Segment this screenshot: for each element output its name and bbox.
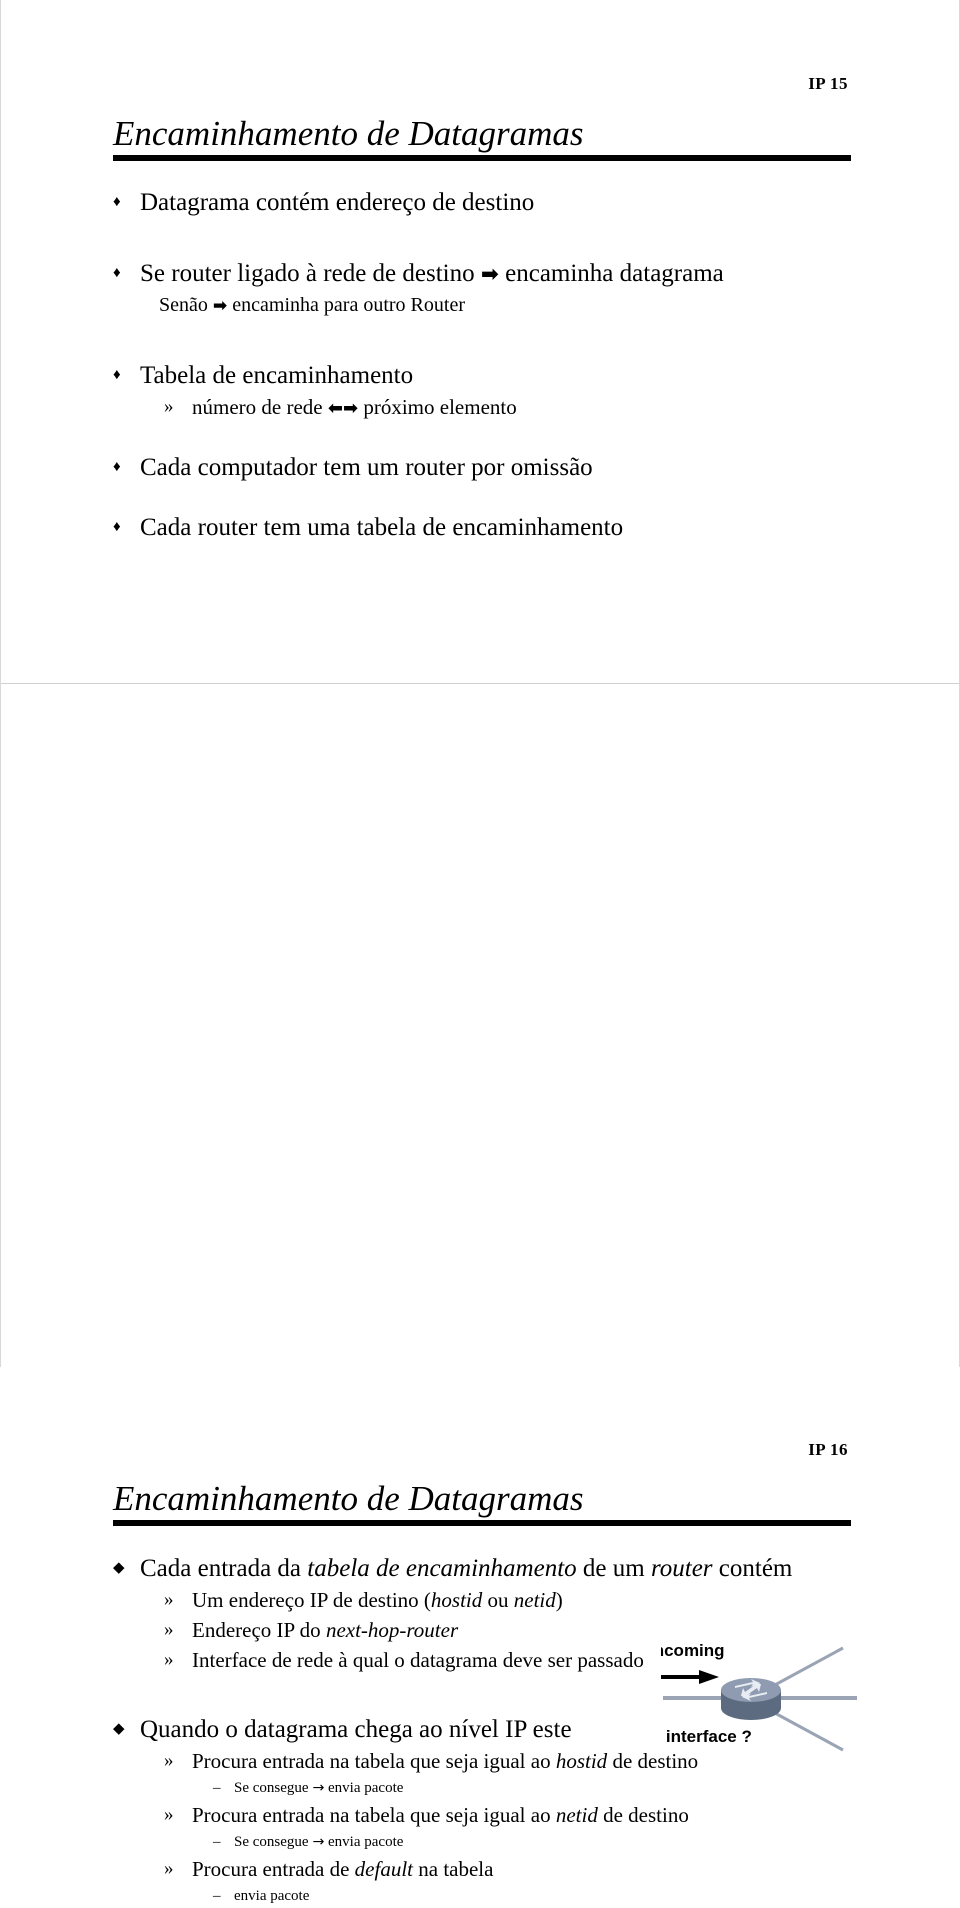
sub-bullet-text-cont: ou — [482, 1588, 514, 1612]
sub-bullet-text-end: ) — [555, 1588, 563, 1612]
sub-bullet-item: » número de rede ⬅➡ próximo elemento — [1, 392, 960, 424]
bullet-text: Se router ligado à rede de destino — [140, 260, 481, 287]
handout-page: IP 15 Encaminhamento de Datagramas ♦ Dat… — [0, 0, 960, 1904]
incoming-label: incoming — [661, 1641, 725, 1660]
title-underline-rule — [113, 1520, 851, 1526]
bullet-text-cont: encaminha para outro Router — [227, 294, 465, 316]
double-angle-bullet-icon: » — [164, 1619, 174, 1640]
link-line-lower-right — [772, 1710, 844, 1752]
sub-bullet-emphasis: hostid — [555, 1749, 608, 1773]
bullet-text-end: contém — [712, 1555, 793, 1582]
sub-sub-bullet-text: Se consegue — [234, 1834, 313, 1850]
sub-bullet-text: número de rede — [192, 395, 328, 419]
sub-bullet-text: Interface de rede à qual o datagrama dev… — [192, 1648, 644, 1672]
sub-bullet-emphasis: hostid — [430, 1588, 483, 1612]
slide-ip-16: IP 16 Encaminhamento de Datagramas ◆ Cad… — [1, 683, 960, 1904]
page-title: Encaminhamento de Datagramas — [113, 1479, 584, 1518]
link-line-upper-right — [772, 1646, 844, 1688]
sub-bullet-text-cont: de destino — [597, 1803, 689, 1827]
sub-sub-bullet-item: – Se consegue → envia pacote — [1, 1776, 960, 1800]
sub-bullet-text-cont: na tabela — [413, 1857, 494, 1881]
slide-1-content: ♦ Datagrama contém endereço de destino ♦… — [1, 186, 960, 544]
bullet-text: Cada entrada da — [140, 1555, 308, 1582]
bullet-text: Senão — [159, 294, 213, 316]
bullet-item: ♦ Tabela de encaminhamento — [1, 359, 960, 392]
double-angle-bullet-icon: » — [164, 1858, 174, 1879]
title-underline-rule — [113, 155, 851, 161]
diamond-bullet-icon: ♦ — [113, 519, 121, 535]
diamond-bullet-icon: ♦ — [113, 194, 121, 210]
diamond-bullet-icon: ♦ — [113, 367, 121, 383]
double-angle-bullet-icon: » — [164, 396, 174, 417]
sub-sub-bullet-item: – envia pacote — [1, 1884, 960, 1908]
sub-bullet-emphasis: default — [354, 1857, 413, 1881]
which-interface-label: which interface ? — [661, 1727, 752, 1746]
bullet-item: ◆ Cada entrada da tabela de encaminhamen… — [1, 1552, 960, 1585]
bullet-emphasis: router — [650, 1555, 713, 1582]
sub-bullet-item: » Um endereço IP de destino (hostid ou n… — [1, 1585, 960, 1615]
sub-sub-bullet-text: Se consegue — [234, 1780, 313, 1796]
incoming-arrow-icon — [661, 1670, 719, 1684]
slide-number-badge: IP 15 — [808, 74, 848, 93]
bullet-text-cont: de um — [576, 1555, 651, 1582]
left-right-arrow-icon: ⬅➡ — [327, 398, 359, 419]
double-angle-bullet-icon: » — [164, 1589, 174, 1610]
dash-bullet-icon: – — [213, 1780, 221, 1796]
double-angle-bullet-icon: » — [164, 1804, 174, 1825]
sub-sub-bullet-text-cont: envia pacote — [324, 1780, 404, 1796]
sub-sub-bullet-text-cont: envia pacote — [324, 1834, 404, 1850]
router-icon — [721, 1678, 781, 1720]
bullet-text: Quando o datagrama chega ao nível IP est… — [140, 1716, 572, 1743]
double-angle-bullet-icon: » — [164, 1649, 174, 1670]
sub-bullet-text: Procura entrada na tabela que seja igual… — [192, 1749, 556, 1773]
diamond-bullet-icon: ◆ — [113, 1560, 125, 1576]
sub-sub-bullet-text: envia pacote — [234, 1888, 310, 1904]
sub-sub-bullet-item: – Se consegue → envia pacote — [1, 1830, 960, 1854]
diamond-bullet-icon: ♦ — [113, 459, 121, 475]
right-arrow-icon: → — [312, 1780, 325, 1796]
bullet-text: Cada router tem uma tabela de encaminham… — [140, 514, 624, 541]
slide-ip-15: IP 15 Encaminhamento de Datagramas ♦ Dat… — [1, 0, 960, 683]
router-interface-diagram: incoming which interface ? — [661, 1636, 891, 1756]
sub-bullet-item: » Procura entrada de default na tabela — [1, 1854, 960, 1884]
bullet-emphasis: tabela de encaminhamento — [307, 1555, 577, 1582]
sub-bullet-emphasis: netid — [513, 1588, 556, 1612]
page-title: Encaminhamento de Datagramas — [113, 114, 584, 153]
double-angle-bullet-icon: » — [164, 1750, 174, 1771]
slide-number-badge: IP 16 — [808, 1440, 848, 1459]
bullet-text-cont: encaminha datagrama — [498, 260, 724, 287]
bullet-text: Cada computador tem um router por omissã… — [140, 454, 593, 481]
bullet-text: Datagrama contém endereço de destino — [140, 189, 535, 216]
bullet-text: Tabela de encaminhamento — [140, 362, 414, 389]
sub-bullet-text: Procura entrada de — [192, 1857, 355, 1881]
dash-bullet-icon: – — [213, 1888, 221, 1904]
diamond-bullet-icon: ◆ — [113, 1721, 125, 1737]
sub-bullet-text-cont: próximo elemento — [358, 395, 517, 419]
sub-bullet-text: Endereço IP do — [192, 1618, 326, 1642]
right-arrow-icon: → — [312, 1834, 325, 1850]
dash-bullet-icon: – — [213, 1834, 221, 1850]
bullet-continuation: Senão ➡ encaminha para outro Router — [1, 291, 960, 321]
sub-bullet-text: Procura entrada na tabela que seja igual… — [192, 1803, 556, 1827]
diamond-bullet-icon: ♦ — [113, 265, 121, 281]
sub-bullet-emphasis: netid — [555, 1803, 598, 1827]
bullet-item: ♦ Cada router tem uma tabela de encaminh… — [1, 511, 960, 544]
sub-bullet-item: » Procura entrada na tabela que seja igu… — [1, 1800, 960, 1830]
sub-bullet-emphasis: next-hop-router — [325, 1618, 459, 1642]
bullet-item: ♦ Se router ligado à rede de destino ➡ e… — [1, 257, 960, 291]
bullet-item: ♦ Datagrama contém endereço de destino — [1, 186, 960, 219]
sub-bullet-text: Um endereço IP de destino ( — [192, 1588, 431, 1612]
bullet-item: ♦ Cada computador tem um router por omis… — [1, 451, 960, 484]
right-arrow-icon: ➡ — [480, 262, 499, 287]
right-arrow-icon: ➡ — [212, 296, 228, 316]
